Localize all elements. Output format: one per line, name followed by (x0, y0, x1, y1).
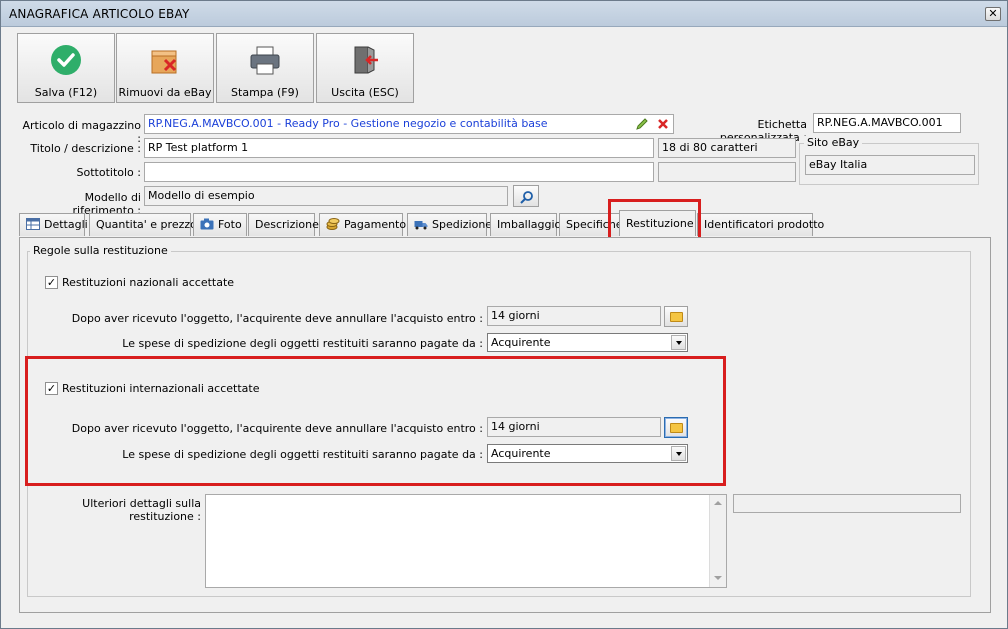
tab-label: Spedizione (432, 218, 493, 231)
tab-restituzione[interactable]: Restituzione (619, 210, 696, 236)
international-period-picker-button[interactable] (664, 417, 688, 438)
exit-button-label: Uscita (ESC) (331, 86, 399, 99)
international-shipping-select[interactable]: Acquirente (487, 444, 688, 463)
domestic-shipping-select[interactable]: Acquirente (487, 333, 688, 352)
tab-descrizione[interactable]: Descrizione (248, 213, 319, 236)
subtitle-counter (658, 162, 796, 182)
tab-imballaggio[interactable]: Imballaggio (490, 213, 561, 236)
title-counter: 18 di 80 caratteri (658, 138, 796, 158)
camera-icon (200, 218, 214, 230)
print-button[interactable]: Stampa (F9) (216, 33, 314, 103)
checkmark-icon (51, 45, 81, 75)
return-rules-legend: Regole sulla restituzione (30, 244, 171, 257)
save-button-label: Salva (F12) (34, 86, 98, 99)
close-window-button[interactable]: ✕ (985, 7, 1001, 21)
domestic-returns-checkbox[interactable]: ✓ (45, 276, 58, 289)
folder-icon (670, 312, 683, 322)
article-value: RP.NEG.A.MAVBCO.001 - Ready Pro - Gestio… (148, 117, 548, 130)
domestic-period-field: 14 giorni (487, 306, 661, 326)
tab-foto[interactable]: Foto (193, 213, 247, 236)
tab-label: Restituzione (626, 217, 694, 230)
international-shipping-value: Acquirente (491, 447, 551, 460)
international-returns-checkbox[interactable]: ✓ (45, 382, 58, 395)
print-button-label: Stampa (F9) (231, 86, 299, 99)
article-window: ANAGRAFICA ARTICOLO EBAY ✕ Salva (F12) R… (0, 0, 1008, 629)
tab-dettagli[interactable]: Dettagli (19, 213, 88, 236)
article-field[interactable]: RP.NEG.A.MAVBCO.001 - Ready Pro - Gestio… (144, 114, 674, 134)
tab-label: Pagamento (344, 218, 407, 231)
international-returns-label: Restituzioni internazionali accettate (62, 382, 260, 395)
folder-icon (670, 423, 683, 433)
window-title: ANAGRAFICA ARTICOLO EBAY (9, 7, 190, 21)
printer-icon (250, 46, 280, 75)
title-bar: ANAGRAFICA ARTICOLO EBAY ✕ (1, 1, 1007, 27)
pencil-icon[interactable] (635, 117, 649, 131)
tab-pagamento[interactable]: Pagamento (319, 213, 407, 236)
tab-quantita-prezzo[interactable]: Quantita' e prezzo (89, 213, 197, 236)
custom-label-field[interactable]: RP.NEG.A.MAVBCO.001 (813, 113, 961, 133)
title-label: Titolo / descrizione : (30, 142, 141, 155)
chevron-down-icon[interactable] (671, 446, 686, 461)
remove-from-ebay-button[interactable]: Rimuovi da eBay (116, 33, 214, 103)
international-period-label: Dopo aver ricevuto l'oggetto, l'acquiren… (71, 422, 483, 435)
tab-label: Foto (218, 218, 242, 231)
return-details-label: Ulteriori dettagli sulla restituzione : (82, 497, 201, 523)
search-icon (520, 191, 533, 204)
international-shipping-label: Le spese di spedizione degli oggetti res… (122, 448, 483, 461)
clear-x-icon[interactable] (656, 117, 670, 131)
tab-label: Specifiche (566, 218, 623, 231)
details-counter-field (733, 494, 961, 513)
tab-label: Descrizione (255, 218, 319, 231)
box-remove-icon (151, 50, 177, 74)
title-field[interactable]: RP Test platform 1 (144, 138, 654, 158)
tab-label: Dettagli (44, 218, 88, 231)
domestic-shipping-label: Le spese di spedizione degli oggetti res… (122, 337, 483, 350)
subtitle-label: Sottotitolo : (76, 166, 141, 179)
exit-door-icon (354, 46, 378, 74)
domestic-returns-label: Restituzioni nazionali accettate (62, 276, 235, 289)
domestic-shipping-value: Acquirente (491, 336, 551, 349)
domestic-period-picker-button[interactable] (664, 306, 688, 327)
ebay-site-field: eBay Italia (805, 155, 975, 175)
details-scrollbar[interactable] (709, 495, 726, 587)
tab-label: Identificatori prodotto (704, 218, 825, 231)
table-icon (26, 218, 40, 230)
truck-icon (414, 221, 428, 230)
international-period-field: 14 giorni (487, 417, 661, 437)
model-search-button[interactable] (513, 185, 539, 207)
coins-icon (326, 218, 340, 230)
scroll-down-icon[interactable] (710, 570, 726, 587)
tab-label: Quantita' e prezzo (96, 218, 197, 231)
remove-button-label: Rimuovi da eBay (118, 86, 212, 99)
tab-spedizione[interactable]: Spedizione (407, 213, 492, 236)
ebay-site-legend: Sito eBay (804, 136, 863, 149)
return-details-textarea[interactable] (205, 494, 727, 588)
exit-button[interactable]: Uscita (ESC) (316, 33, 414, 103)
chevron-down-icon[interactable] (671, 335, 686, 350)
model-field: Modello di esempio (144, 186, 508, 206)
tab-specifiche[interactable]: Specifiche (559, 213, 623, 236)
domestic-period-label: Dopo aver ricevuto l'oggetto, l'acquiren… (71, 312, 483, 325)
tab-identificatori-prodotto[interactable]: Identificatori prodotto (697, 213, 824, 236)
save-button[interactable]: Salva (F12) (17, 33, 115, 103)
tab-label: Imballaggio (497, 218, 562, 231)
subtitle-field[interactable] (144, 162, 654, 182)
scroll-up-icon[interactable] (710, 495, 726, 512)
